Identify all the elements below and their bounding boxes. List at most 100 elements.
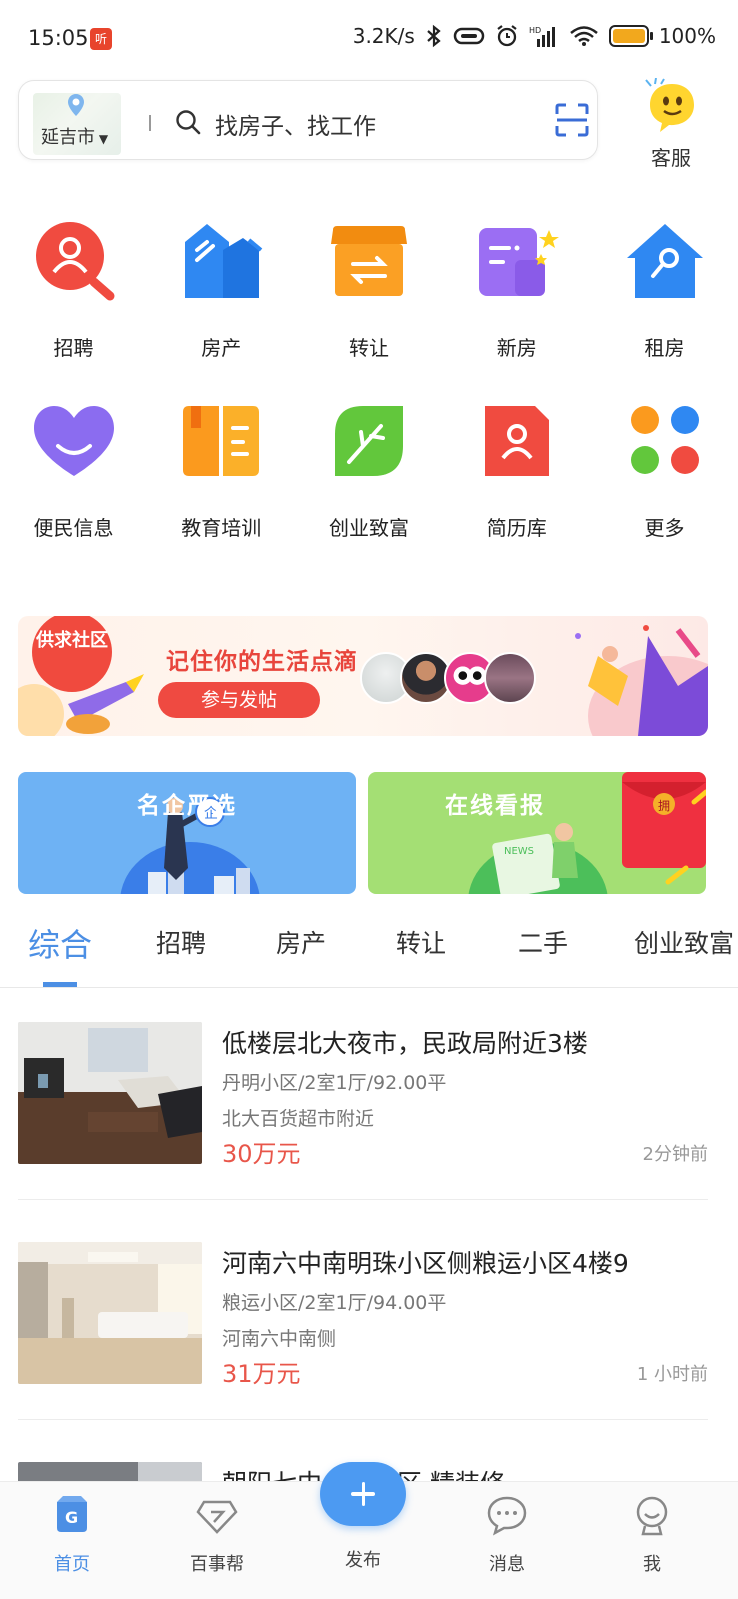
- post-button[interactable]: 参与发帖: [158, 682, 320, 718]
- category-label: 便民信息: [33, 516, 114, 540]
- nav-label: 我: [643, 1554, 661, 1575]
- listing-meta: 丹明小区/2室1厅/92.00平: [222, 1072, 447, 1094]
- publish-button[interactable]: [320, 1462, 406, 1526]
- featured-companies-card[interactable]: 企 名企严选: [18, 772, 356, 894]
- nav-label: 消息: [489, 1554, 525, 1575]
- notification-app-icon: 听: [90, 28, 112, 50]
- svg-text:拥: 拥: [658, 799, 670, 813]
- nav-label: 首页: [54, 1554, 90, 1575]
- battery-fill: [612, 29, 645, 43]
- city-label: 延吉市 ▼: [41, 123, 108, 149]
- listing-title: 河南六中南明珠小区侧粮运小区4楼9: [222, 1249, 629, 1278]
- category-label: 租房: [644, 336, 685, 360]
- category-recruit[interactable]: 招聘: [0, 220, 147, 400]
- customer-service-button[interactable]: 客服: [640, 77, 702, 171]
- new-house-icon: [478, 228, 559, 296]
- message-icon: [487, 1496, 527, 1536]
- tab-property[interactable]: 房产: [276, 924, 326, 960]
- bluetooth-icon: [427, 24, 441, 48]
- category-row: 便民信息 教育培训 创业致富 简历库 更多: [0, 400, 738, 580]
- category-more[interactable]: 更多: [591, 400, 738, 580]
- category-row: 招聘 房产 转让 新房 租房: [0, 220, 738, 400]
- category-education[interactable]: 教育培训: [148, 400, 295, 580]
- tab-second-hand[interactable]: 二手: [518, 924, 568, 960]
- status-bar: 15:05 听 3.2K/s HD 100%: [0, 0, 738, 80]
- signal-icon: HD: [529, 26, 555, 47]
- nav-home[interactable]: G 首页: [27, 1494, 117, 1576]
- list-item[interactable]: 河南六中南明珠小区侧粮运小区4楼9 粮运小区/2室1厅/94.00平 河南六中南…: [18, 1220, 708, 1420]
- online-newspaper-card[interactable]: NEWS 拥 在线看报: [368, 772, 706, 894]
- list-item[interactable]: 低楼层北大夜市，民政局附近3楼 丹明小区/2室1厅/92.00平 北大百货超市附…: [18, 1000, 708, 1200]
- property-icon: [185, 224, 263, 298]
- card-title: 名企严选: [137, 793, 237, 819]
- category-property[interactable]: 房产: [148, 220, 295, 400]
- category-label: 教育培训: [181, 516, 262, 540]
- home-icon: G: [57, 1496, 87, 1532]
- tab-all[interactable]: 综合: [28, 920, 92, 966]
- transfer-icon: [331, 226, 407, 296]
- search-bar[interactable]: 延吉市 ▼ 找房子、找工作: [18, 80, 598, 160]
- customer-service-icon: [645, 77, 694, 132]
- education-icon: [183, 406, 260, 476]
- caret-down-icon: ▼: [95, 132, 109, 146]
- nav-label: 百事帮: [190, 1554, 244, 1575]
- nav-profile[interactable]: 我: [607, 1494, 697, 1576]
- category-label: 新房: [496, 336, 537, 360]
- wifi-icon: [570, 26, 598, 46]
- svg-text:NEWS: NEWS: [504, 846, 534, 857]
- nav-helper[interactable]: 百事帮: [172, 1494, 262, 1576]
- nav-messages[interactable]: 消息: [462, 1494, 552, 1576]
- category-convenience[interactable]: 便民信息: [0, 400, 147, 580]
- category-transfer[interactable]: 转让: [296, 220, 443, 400]
- resume-icon: [484, 406, 549, 476]
- city-name: 延吉市: [41, 127, 95, 148]
- tab-business[interactable]: 创业致富: [634, 924, 734, 960]
- profile-icon: [636, 1496, 668, 1536]
- svg-text:HD: HD: [529, 26, 541, 35]
- category-resume[interactable]: 简历库: [443, 400, 590, 580]
- convenience-icon: [33, 406, 114, 476]
- tab-transfer[interactable]: 转让: [396, 924, 446, 960]
- net-speed: 3.2K/s: [352, 24, 415, 48]
- listing-meta: 粮运小区/2室1厅/94.00平: [222, 1292, 447, 1314]
- search-placeholder[interactable]: 找房子、找工作: [215, 107, 376, 141]
- community-banner[interactable]: 供求社区 记住你的生活点滴 参与发帖: [18, 616, 708, 736]
- search-icon: [176, 110, 201, 135]
- listing-price: 31万元: [222, 1360, 301, 1388]
- listing-time: 2分钟前: [642, 1144, 708, 1165]
- search-divider: [149, 115, 151, 131]
- customer-service-label: 客服: [651, 146, 691, 170]
- scan-icon[interactable]: [555, 103, 589, 137]
- nav-publish[interactable]: 发布: [318, 1536, 408, 1572]
- status-icons: 3.2K/s HD 100%: [353, 24, 716, 48]
- city-selector[interactable]: 延吉市 ▼: [33, 93, 121, 155]
- location-pin-icon: [68, 94, 84, 116]
- category-grid: 招聘 房产 转让 新房 租房 便民信息 教育培训 创业致富 简历库 更多: [0, 220, 738, 580]
- battery-icon: [608, 25, 653, 47]
- listing-title: 低楼层北大夜市，民政局附近3楼: [222, 1029, 588, 1058]
- category-tabs: 综合 招聘 房产 转让 二手 创业致富: [0, 910, 738, 988]
- tab-recruit[interactable]: 招聘: [156, 924, 206, 960]
- link-icon: [453, 27, 485, 45]
- category-business[interactable]: 创业致富: [296, 400, 443, 580]
- battery-percent: 100%: [658, 24, 716, 48]
- svg-text:G: G: [65, 1508, 78, 1527]
- business-icon: [335, 406, 403, 476]
- active-tab-indicator: [43, 982, 77, 987]
- category-label: 转让: [349, 336, 389, 360]
- category-new-house[interactable]: 新房: [443, 220, 590, 400]
- nav-label: 发布: [345, 1550, 381, 1571]
- category-rent[interactable]: 租房: [591, 220, 738, 400]
- more-icon: [630, 406, 699, 474]
- banner-title: 记住你的生活点滴: [166, 649, 358, 675]
- recruit-icon: [35, 222, 114, 301]
- alarm-icon: [497, 25, 517, 47]
- rent-icon: [626, 224, 703, 298]
- card-title: 在线看报: [445, 793, 545, 819]
- listing-photo: [18, 1242, 202, 1384]
- listing-time: 1 小时前: [636, 1364, 708, 1385]
- category-label: 房产: [201, 336, 242, 360]
- listing-location: 北大百货超市附近: [222, 1108, 375, 1130]
- category-label: 创业致富: [329, 516, 409, 540]
- category-label: 更多: [644, 516, 685, 540]
